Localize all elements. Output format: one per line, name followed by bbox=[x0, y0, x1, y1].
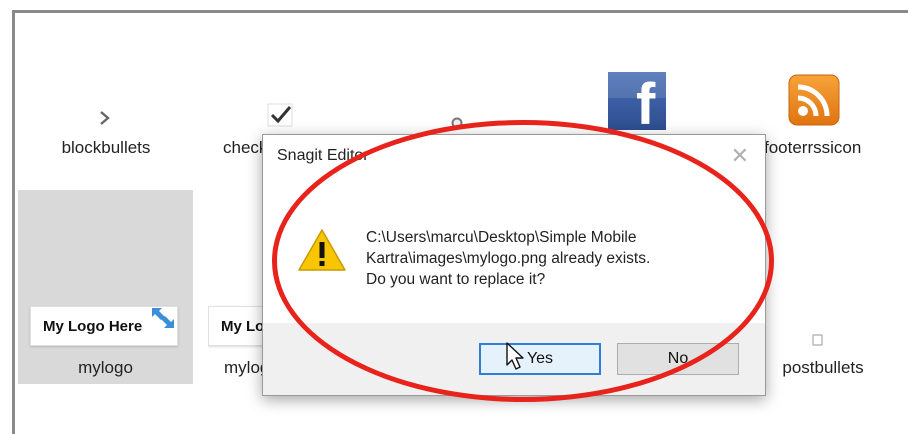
chevron-right-icon bbox=[100, 111, 110, 125]
warning-icon bbox=[298, 229, 346, 271]
dialog-title: Snagit Editor bbox=[277, 147, 369, 164]
page-bullet-icon bbox=[812, 334, 823, 346]
file-item-blockbullets[interactable]: blockbullets bbox=[46, 100, 166, 170]
file-item-footerrssicon[interactable]: footerrssicon bbox=[764, 72, 894, 168]
file-item-postbullets[interactable]: postbullets bbox=[768, 330, 878, 382]
file-item-facebookicon[interactable]: f bbox=[606, 72, 668, 134]
dialog-message-line: Do you want to replace it? bbox=[366, 271, 546, 288]
logo-thumbnail: My Logo Here bbox=[208, 306, 268, 346]
file-item-mylogo[interactable]: My Logo Here mylogo bbox=[18, 190, 193, 384]
mouse-cursor-icon bbox=[506, 342, 524, 370]
file-label: mylogo bbox=[78, 358, 133, 377]
file-item-mylogo2[interactable]: My Logo Here mylogo2 bbox=[208, 300, 268, 384]
close-icon[interactable]: ✕ bbox=[731, 143, 749, 169]
file-label: blockbullets bbox=[61, 138, 151, 157]
logo-thumbnail-text: My Logo Here bbox=[221, 318, 268, 335]
dialog-message: C:\Users\marcu\Desktop\Simple Mobile Kar… bbox=[366, 227, 746, 290]
no-button[interactable]: No bbox=[617, 343, 739, 375]
file-item-circlebullets[interactable] bbox=[440, 110, 480, 134]
logo-thumbnail-text: My Logo Here bbox=[43, 318, 143, 335]
dialog-message-line: C:\Users\marcu\Desktop\Simple Mobile bbox=[366, 229, 637, 246]
replace-file-dialog: Snagit Editor ✕ C:\Users\marcu\Desktop\S… bbox=[262, 134, 766, 396]
facebook-glyph: f bbox=[636, 72, 656, 137]
circle-bullet-icon bbox=[451, 117, 463, 129]
yes-button[interactable]: Yes bbox=[479, 343, 601, 375]
yes-button-label: Yes bbox=[526, 350, 554, 367]
file-label: footerrssicon bbox=[764, 138, 862, 157]
dialog-message-line: Kartra\images\mylogo.png already exists. bbox=[366, 250, 651, 267]
rss-icon bbox=[788, 74, 840, 126]
logo-arrows-icon bbox=[152, 308, 174, 328]
file-label: postbullets bbox=[782, 358, 864, 377]
checkmark-icon bbox=[267, 103, 293, 127]
no-button-label: No bbox=[667, 350, 689, 367]
